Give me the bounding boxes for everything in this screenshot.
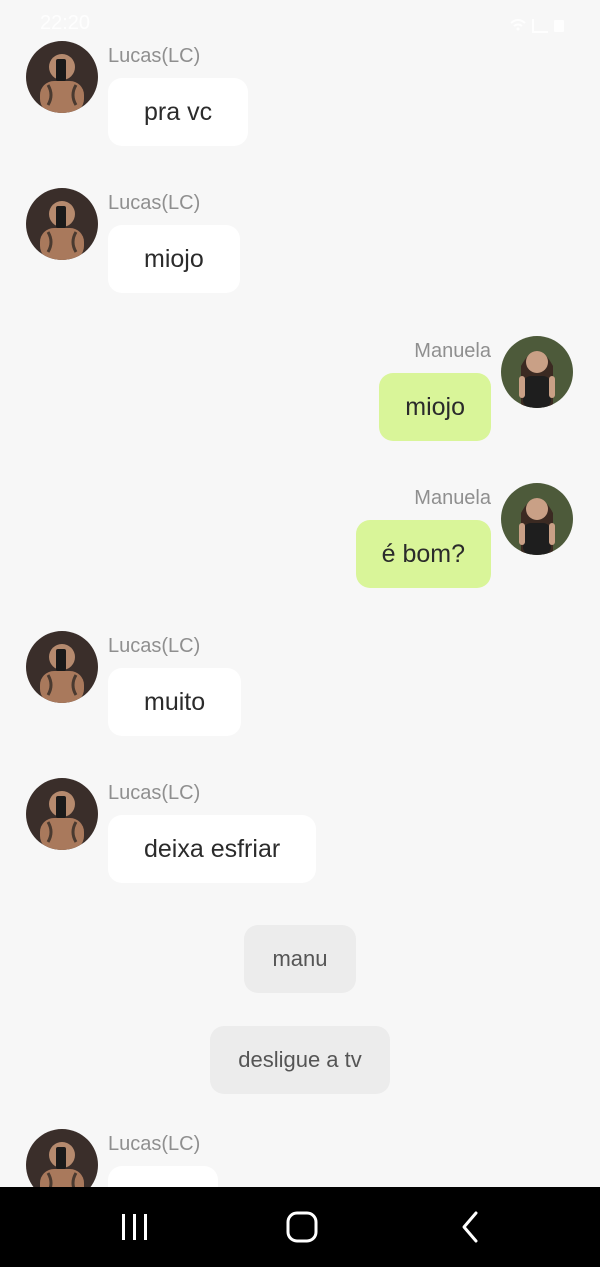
sender-name: Lucas(LC)	[108, 635, 201, 657]
recent-apps-icon[interactable]	[105, 1209, 165, 1245]
system-pill[interactable]: desligue a tv	[210, 1026, 390, 1094]
avatar-lucas[interactable]	[26, 778, 98, 850]
avatar-lucas[interactable]	[26, 188, 98, 260]
sender-name: Lucas(LC)	[108, 1133, 201, 1155]
status-icons	[510, 14, 564, 37]
message-bubble[interactable]	[108, 1166, 218, 1187]
wifi-icon	[510, 14, 526, 37]
system-pill[interactable]: manu	[244, 925, 356, 993]
sender-name: Lucas(LC)	[108, 192, 201, 214]
sender-name: Lucas(LC)	[108, 782, 201, 804]
message-bubble[interactable]: pra vc	[108, 78, 249, 146]
battery-icon	[554, 19, 564, 32]
message-bubble[interactable]: deixa esfriar	[108, 815, 317, 883]
avatar-lucas[interactable]	[26, 41, 98, 113]
system-message: manu	[0, 925, 600, 993]
message-bubble[interactable]: é bom?	[355, 520, 491, 588]
back-icon[interactable]	[440, 1209, 500, 1245]
status-bar: 22:20	[0, 0, 600, 44]
sender-name: Manuela	[414, 487, 491, 509]
signal-icon	[532, 18, 548, 33]
sender-name: Lucas(LC)	[108, 45, 201, 67]
message-bubble[interactable]: muito	[108, 668, 242, 736]
navigation-bar	[0, 1187, 600, 1267]
message-bubble[interactable]: miojo	[379, 373, 491, 441]
avatar-manuela[interactable]	[501, 483, 573, 555]
avatar-manuela[interactable]	[501, 336, 573, 408]
home-icon[interactable]	[272, 1209, 332, 1245]
system-message: desligue a tv	[0, 1026, 600, 1094]
message-bubble[interactable]: miojo	[108, 225, 240, 293]
status-time: 22:20	[40, 12, 91, 34]
avatar-lucas[interactable]	[26, 631, 98, 703]
sender-name: Manuela	[414, 340, 491, 362]
chat-area[interactable]: Lucas(LC) pra vc Lucas(LC) miojo Manuela…	[0, 0, 600, 1187]
avatar-lucas[interactable]	[26, 1129, 98, 1187]
